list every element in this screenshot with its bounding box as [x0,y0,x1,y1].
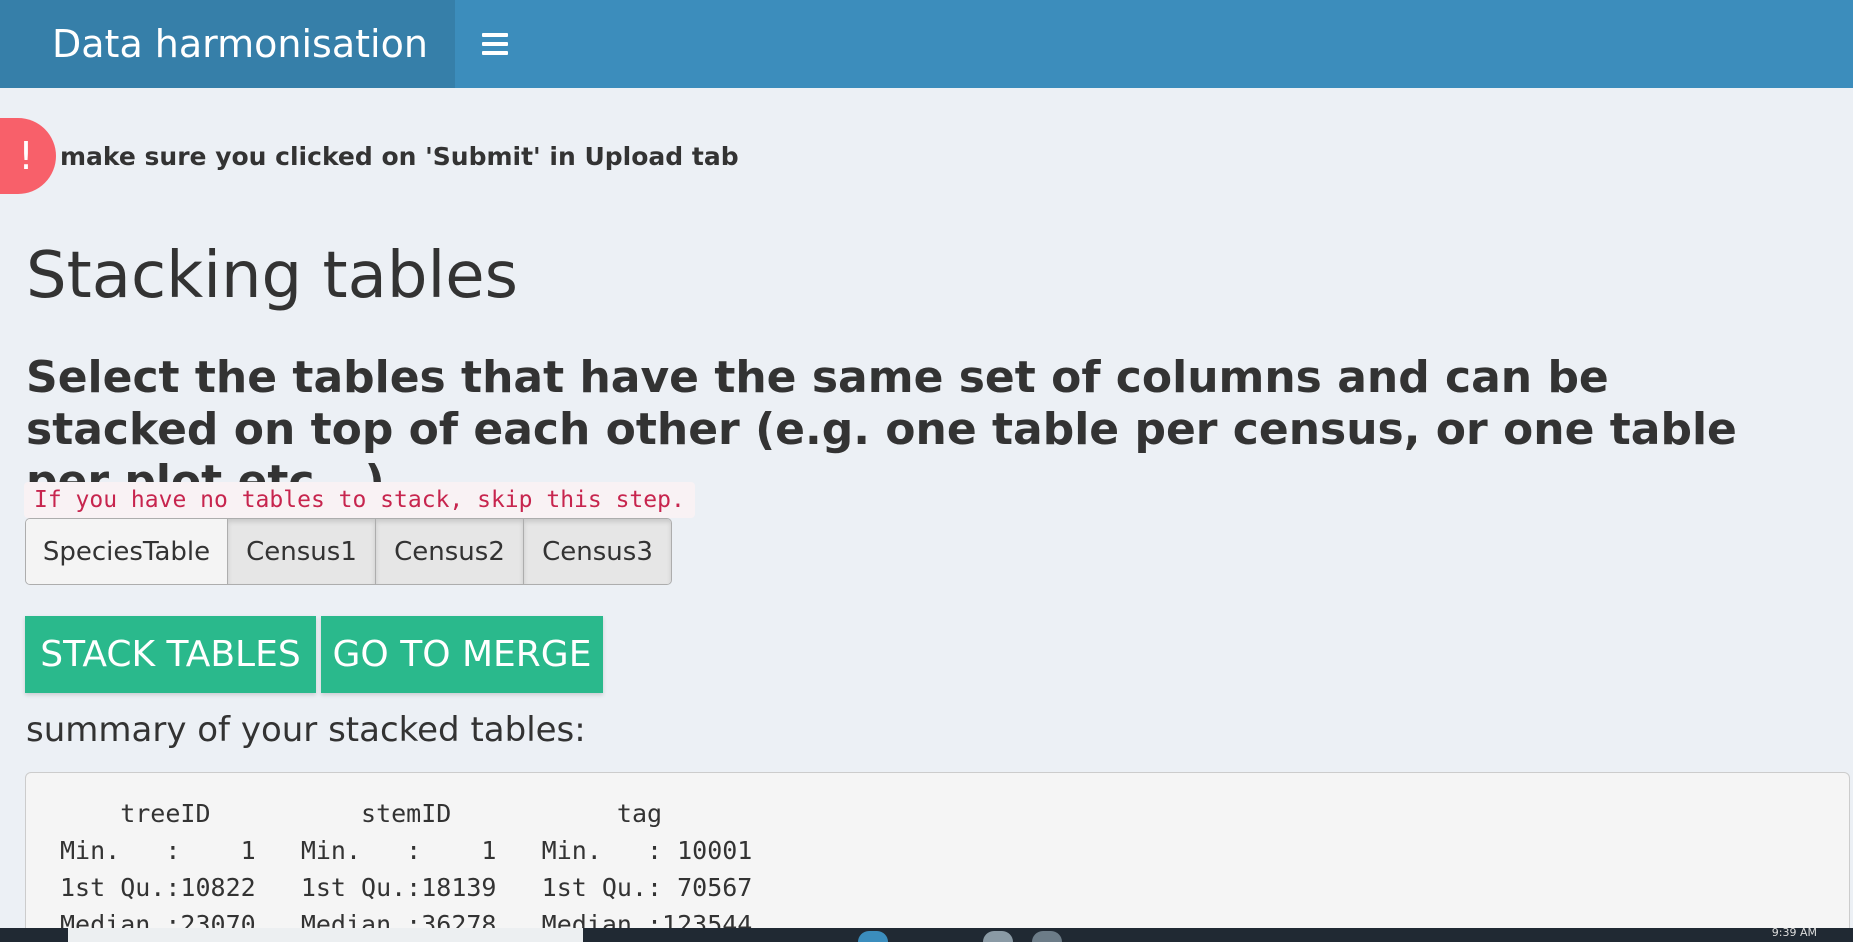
table-option-census1[interactable]: Census1 [228,519,376,584]
go-to-merge-button[interactable]: GO TO MERGE [321,616,603,693]
taskbar-app-icon[interactable] [858,931,888,942]
taskbar-clock[interactable]: 9:39 AM [1772,926,1817,939]
page-title: Stacking tables [26,239,518,313]
table-option-speciestable[interactable]: SpeciesTable [26,519,228,584]
exclamation-icon: ! [0,118,56,194]
sidebar-toggle-button[interactable] [455,0,535,88]
app-header: Data harmonisation [0,0,1853,88]
taskbar-app-icon[interactable] [983,931,1013,942]
table-selector: SpeciesTable Census1 Census2 Census3 [25,518,672,585]
table-option-census2[interactable]: Census2 [376,519,524,584]
notification-text: make sure you clicked on 'Submit' in Upl… [60,141,739,171]
stack-tables-button[interactable]: STACK TABLES [25,616,316,693]
table-option-census3[interactable]: Census3 [524,519,671,584]
notification: ! make sure you clicked on 'Submit' in U… [0,118,739,194]
hamburger-menu-icon [482,33,508,55]
taskbar-app-icon[interactable] [1032,931,1062,942]
summary-text: treeID stemID tag Min. : 1 Min. : 1 Min.… [60,799,753,939]
brand-logo[interactable]: Data harmonisation [0,0,455,88]
summary-label: summary of your stacked tables: [26,710,586,750]
top-navbar [455,0,1853,88]
summary-output: treeID stemID tag Min. : 1 Min. : 1 Min.… [25,772,1850,942]
skip-hint: If you have no tables to stack, skip thi… [24,482,695,518]
taskbar-search-box[interactable] [68,928,583,942]
os-taskbar: 9:39 AM [0,926,1853,942]
